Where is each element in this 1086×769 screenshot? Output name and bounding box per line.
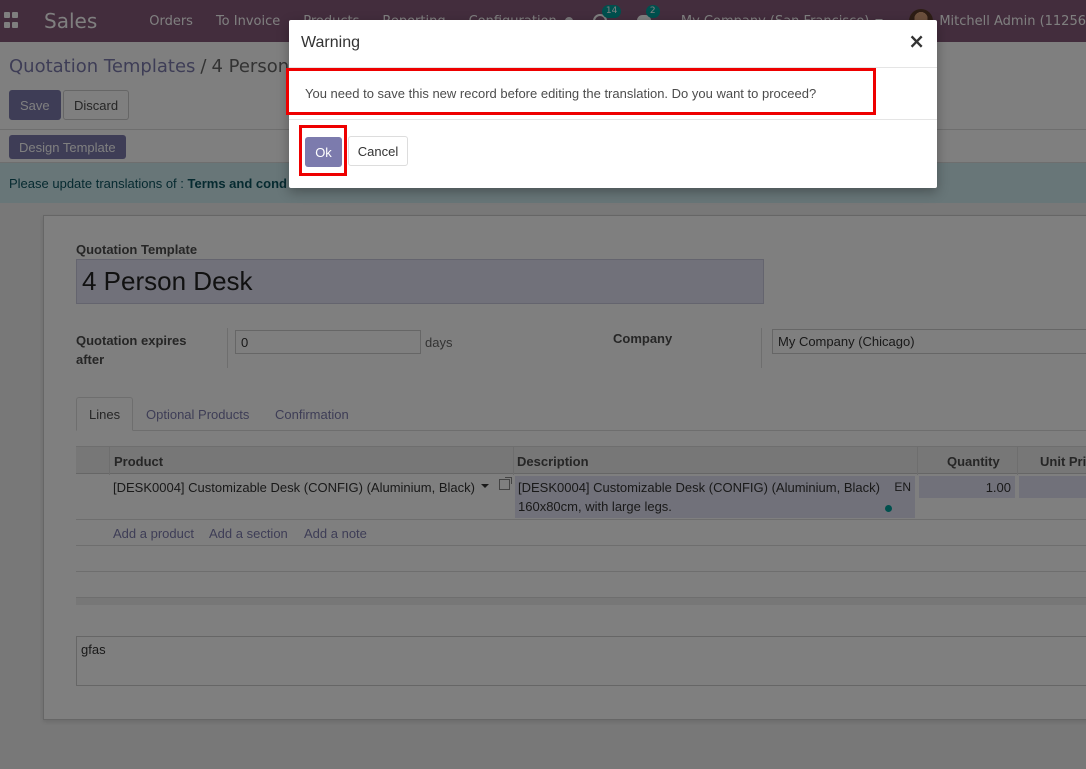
ok-highlight-box: [299, 125, 347, 176]
close-icon[interactable]: ×: [908, 31, 925, 51]
warning-dialog: Warning × You need to save this new reco…: [286, 20, 937, 188]
dialog-title: Warning: [301, 34, 360, 51]
message-highlight-box: [286, 68, 876, 115]
cancel-button[interactable]: Cancel: [348, 136, 408, 166]
dialog-header: Warning ×: [289, 20, 937, 68]
